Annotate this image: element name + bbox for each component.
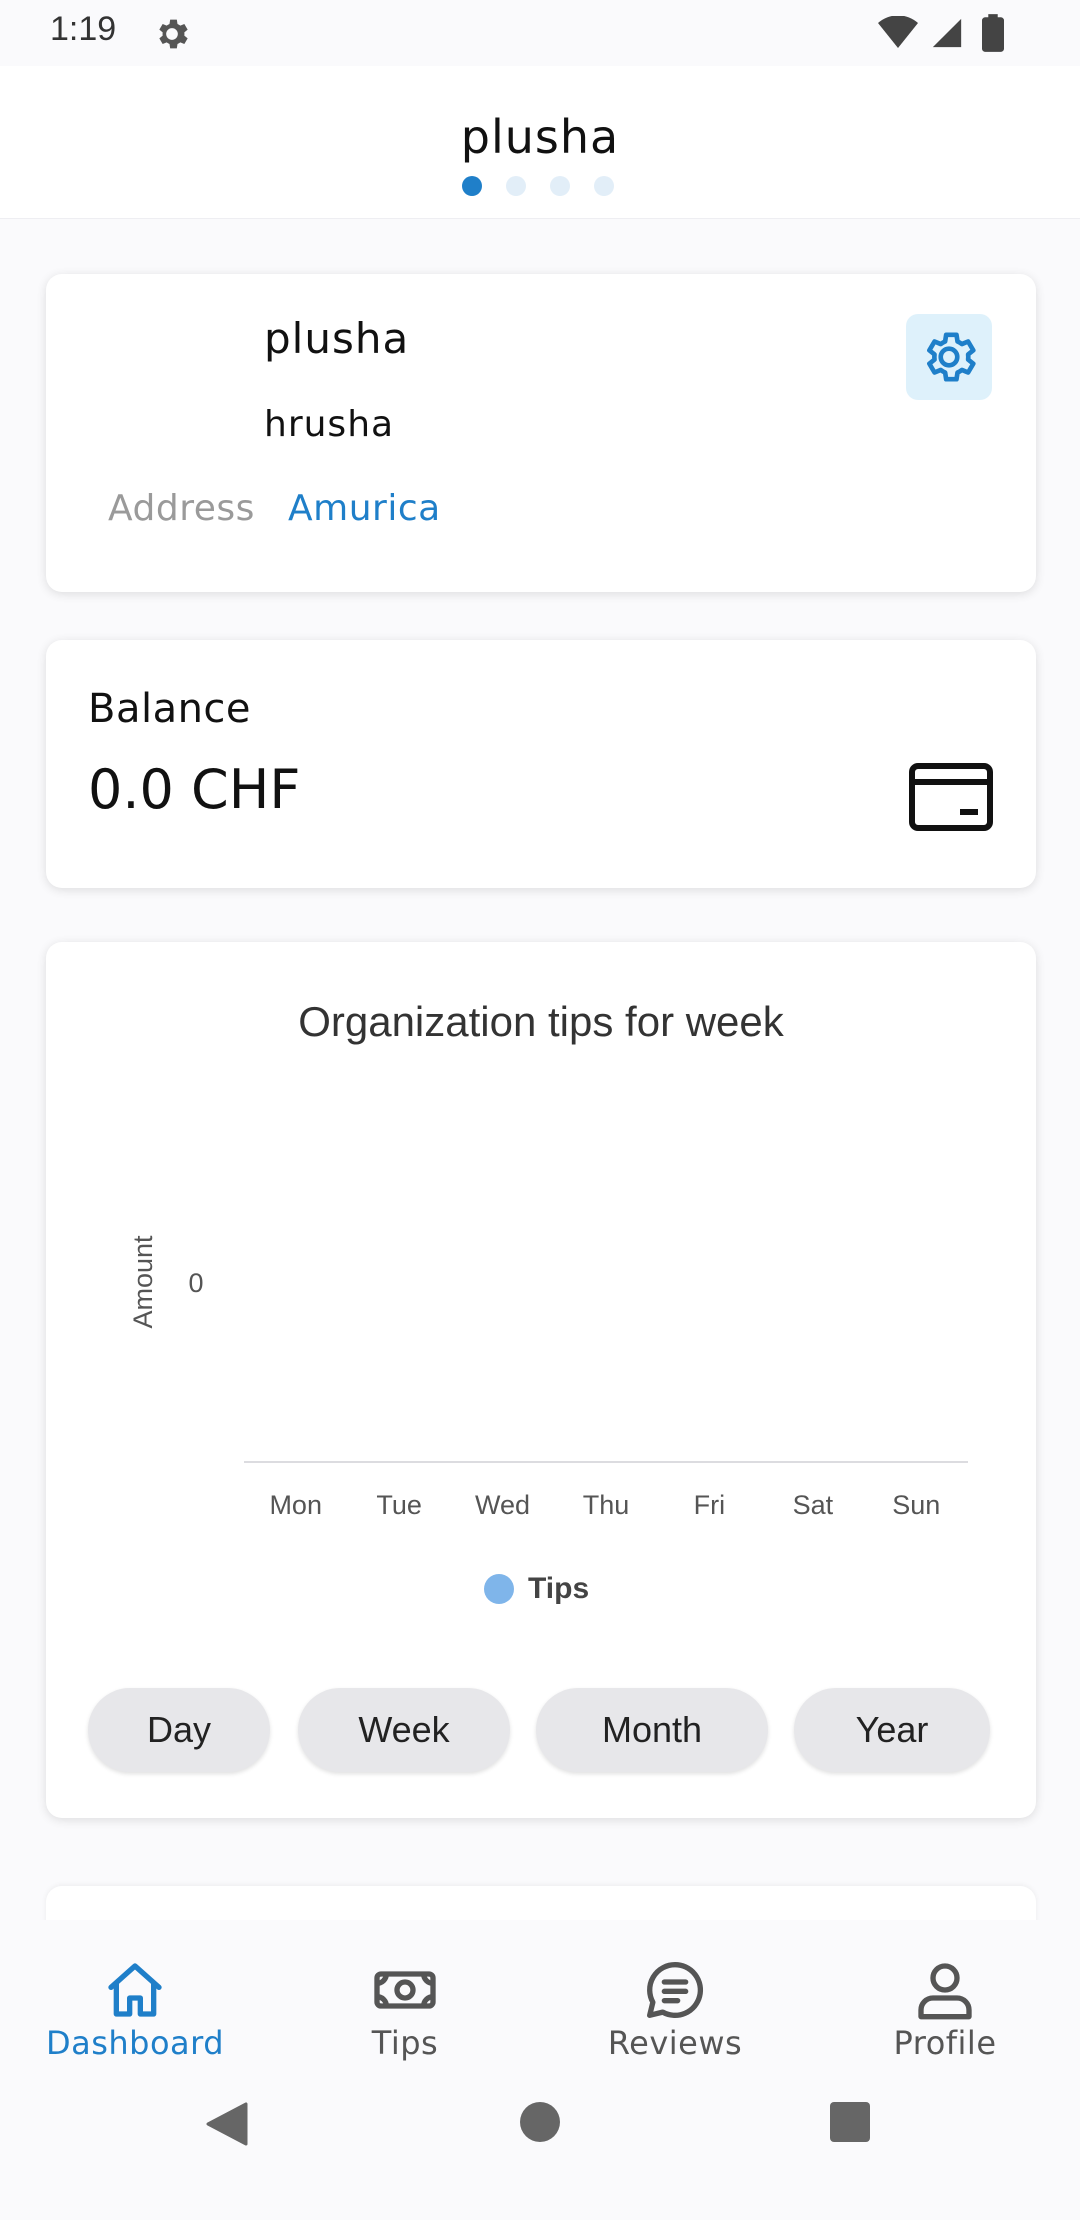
nav-label-dashboard: Dashboard (45, 2024, 225, 2062)
nav-profile[interactable]: Profile (810, 1920, 1080, 2070)
profile-name: plusha (264, 314, 410, 363)
legend-dot (484, 1574, 514, 1604)
x-tick-label-sat: Sat (793, 1490, 834, 1520)
settings-icon (159, 19, 188, 49)
range-month-button[interactable]: Month (536, 1688, 768, 1772)
signal-icon (932, 18, 962, 48)
x-tick-label-wed: Wed (475, 1490, 530, 1520)
banknote-icon (374, 1971, 436, 2009)
address-label: Address (108, 488, 255, 529)
nav-reviews[interactable]: Reviews (540, 1920, 810, 2070)
y-tick-label: 0 (188, 1268, 203, 1298)
back-icon[interactable] (204, 2100, 248, 2148)
tips-chart: 0 Mon Tue Wed Thu Fri Sat Sun Amount (128, 1235, 968, 1520)
x-tick-label-sun: Sun (892, 1490, 940, 1520)
profile-username: hrusha (264, 404, 395, 445)
nav-tips[interactable]: Tips (270, 1920, 540, 2070)
range-week-button[interactable]: Week (298, 1688, 510, 1772)
page-title: plusha (460, 110, 620, 164)
wallet-icon (909, 763, 993, 831)
recents-icon[interactable] (828, 2100, 872, 2144)
balance-label: Balance (88, 686, 252, 732)
chart-card: Organization tips for week 0 Mon Tue Wed Thu… (46, 942, 1036, 1818)
battery-icon (982, 14, 1004, 52)
x-tick-label-thu: Thu (583, 1490, 630, 1520)
nav-label-tips: Tips (371, 2024, 439, 2062)
y-axis-label: Amount (128, 1235, 158, 1329)
gear-icon (927, 332, 976, 382)
profile-card: plusha hrusha Address Amurica (46, 274, 1036, 592)
status-bar: 1:19 (0, 0, 1080, 66)
chat-bubble-icon (647, 1961, 704, 2018)
address-value: Amurica (288, 488, 441, 529)
range-day-button[interactable]: Day (88, 1688, 270, 1772)
chart-legend: Tips (484, 1572, 589, 1606)
page-dot-1[interactable] (462, 176, 482, 196)
range-year-button[interactable]: Year (794, 1688, 990, 1772)
app-bar: plusha (0, 66, 1080, 219)
settings-button[interactable] (906, 314, 992, 400)
user-icon (918, 1963, 972, 2020)
wifi-icon (878, 16, 918, 48)
status-time: 1:19 (50, 10, 117, 48)
balance-card[interactable]: Balance 0.0 CHF (46, 640, 1036, 888)
x-tick-label-fri: Fri (694, 1490, 725, 1520)
x-tick-label-tue: Tue (376, 1490, 422, 1520)
system-navigation (0, 2070, 1080, 2220)
nav-label-reviews: Reviews (607, 2024, 743, 2062)
page-dot-4[interactable] (594, 176, 614, 196)
home-icon (108, 1963, 162, 2017)
page-dot-2[interactable] (506, 176, 526, 196)
nav-label-profile: Profile (893, 2024, 997, 2062)
page-dot-3[interactable] (550, 176, 570, 196)
x-tick-label-mon: Mon (269, 1490, 322, 1520)
balance-amount: 0.0 CHF (88, 758, 301, 821)
home-button-icon[interactable] (518, 2100, 562, 2144)
legend-label-tips: Tips (528, 1572, 590, 1605)
bottom-navigation: Dashboard Tips Reviews Profile (0, 1920, 1080, 2070)
nav-dashboard[interactable]: Dashboard (0, 1920, 270, 2070)
